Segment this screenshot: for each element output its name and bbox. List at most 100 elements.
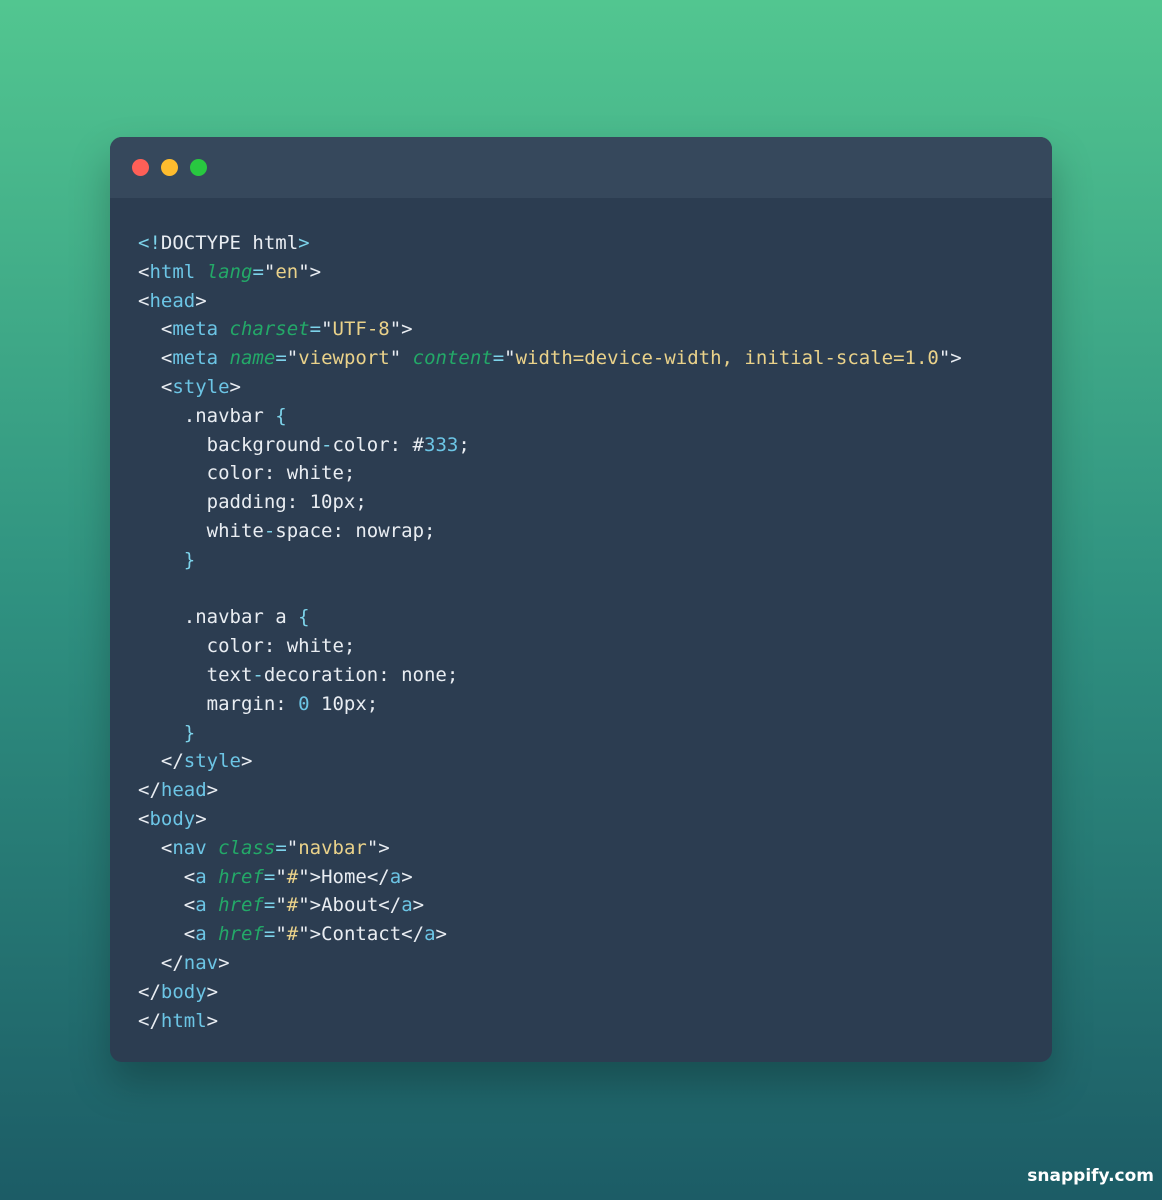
- code-token: </: [138, 980, 161, 1003]
- code-token: <: [138, 318, 173, 341]
- code-token: =: [263, 865, 276, 888]
- code-line: <body>: [138, 805, 962, 834]
- code-token: #: [286, 923, 299, 946]
- code-token: html: [160, 1009, 207, 1032]
- code-token: ": [275, 894, 287, 917]
- code-token: =: [252, 260, 264, 283]
- code-token: >: [206, 779, 219, 802]
- code-token: padding: 10px;: [138, 491, 367, 514]
- code-token: space: nowrap;: [275, 519, 436, 542]
- code-token: text: [138, 663, 253, 686]
- code-token: head: [160, 779, 207, 802]
- code-line: <meta name="viewport" content="width=dev…: [138, 344, 962, 373]
- code-token: decoration: none;: [263, 663, 459, 686]
- close-dot-icon[interactable]: [132, 159, 149, 176]
- code-token: </: [138, 951, 184, 974]
- code-token: -: [263, 519, 276, 542]
- watermark: snappify.com: [1027, 1166, 1154, 1186]
- code-line: <style>: [138, 373, 962, 402]
- code-token: <!: [138, 232, 161, 254]
- code-token: 10px;: [309, 692, 379, 715]
- code-line: <head>: [138, 287, 962, 316]
- code-token: href: [218, 865, 264, 888]
- code-token: background: [138, 433, 322, 456]
- code-token: <: [138, 807, 150, 830]
- code-token: ": [275, 865, 287, 888]
- code-line: white-space: nowrap;: [138, 517, 962, 546]
- code-line: </head>: [138, 776, 962, 805]
- code-token: =: [263, 923, 276, 946]
- code-token: ;: [458, 433, 470, 456]
- code-token: ">Contact</: [298, 923, 425, 946]
- code-token: href: [218, 923, 264, 946]
- code-token: >: [298, 232, 310, 254]
- code-line: <a href="#">About</a>: [138, 891, 962, 920]
- code-token: ": [504, 347, 516, 370]
- code-line: </nav>: [138, 949, 962, 978]
- code-token: name: [229, 347, 276, 370]
- code-token: >: [206, 980, 219, 1003]
- code-token: =: [275, 347, 287, 370]
- code-token: <: [138, 289, 150, 312]
- code-token: ">Home</: [298, 865, 390, 888]
- code-token: >: [401, 865, 413, 888]
- code-line: </body>: [138, 978, 962, 1007]
- code-token: body: [160, 980, 207, 1003]
- code-token: <: [138, 894, 196, 917]
- code-token: UTF-8: [332, 318, 390, 341]
- code-token: >: [195, 289, 207, 312]
- code-window: <!DOCTYPE html> <html lang="en"> <head> <m…: [110, 137, 1052, 1062]
- code-line: <html lang="en">: [138, 258, 962, 287]
- code-line: <a href="#">Contact</a>: [138, 920, 962, 949]
- code-token: <: [138, 260, 150, 283]
- code-block: <!DOCTYPE html> <html lang="en"> <head> <m…: [138, 229, 962, 1035]
- code-line: <meta charset="UTF-8">: [138, 315, 962, 344]
- code-line: margin: 0 10px;: [138, 690, 962, 719]
- code-line: padding: 10px;: [138, 488, 962, 517]
- code-token: #: [286, 865, 299, 888]
- code-token: }: [138, 548, 196, 571]
- code-line: <nav class="navbar">: [138, 834, 962, 863]
- code-token: color: white;: [138, 462, 356, 485]
- code-token: white: [138, 519, 264, 542]
- code-token: .navbar a: [138, 606, 299, 629]
- code-token: nav: [183, 951, 219, 974]
- code-token: >: [218, 951, 230, 974]
- code-token: .navbar: [138, 404, 276, 427]
- code-token: style: [183, 750, 241, 773]
- code-line: }: [138, 546, 962, 575]
- code-token: ": [275, 923, 287, 946]
- code-token: a: [195, 894, 207, 917]
- minimize-dot-icon[interactable]: [161, 159, 178, 176]
- code-token: margin:: [138, 692, 299, 715]
- code-token: -: [252, 663, 264, 686]
- code-token: ": [321, 318, 333, 341]
- code-token: <: [138, 865, 196, 888]
- code-token: <: [138, 347, 173, 370]
- code-line: </html>: [138, 1007, 962, 1036]
- maximize-dot-icon[interactable]: [190, 159, 207, 176]
- code-token: >: [240, 750, 253, 773]
- code-token: content: [412, 347, 493, 370]
- code-token: body: [149, 807, 196, 830]
- code-token: ">: [389, 318, 413, 341]
- code-line: color: white;: [138, 459, 962, 488]
- code-token: a: [389, 865, 402, 888]
- code-token: en: [275, 260, 299, 283]
- code-line: <a href="#">Home</a>: [138, 863, 962, 892]
- code-line: .navbar a {: [138, 603, 962, 632]
- code-token: </: [138, 1009, 161, 1032]
- code-token: navbar: [298, 836, 367, 859]
- code-token: ": [389, 347, 413, 370]
- code-token: <: [138, 375, 173, 398]
- code-line: background-color: #333;: [138, 431, 962, 460]
- code-token: #: [286, 894, 299, 917]
- code-line: <!DOCTYPE html>: [138, 229, 962, 258]
- code-token: viewport: [298, 347, 390, 370]
- code-token: =: [275, 836, 287, 859]
